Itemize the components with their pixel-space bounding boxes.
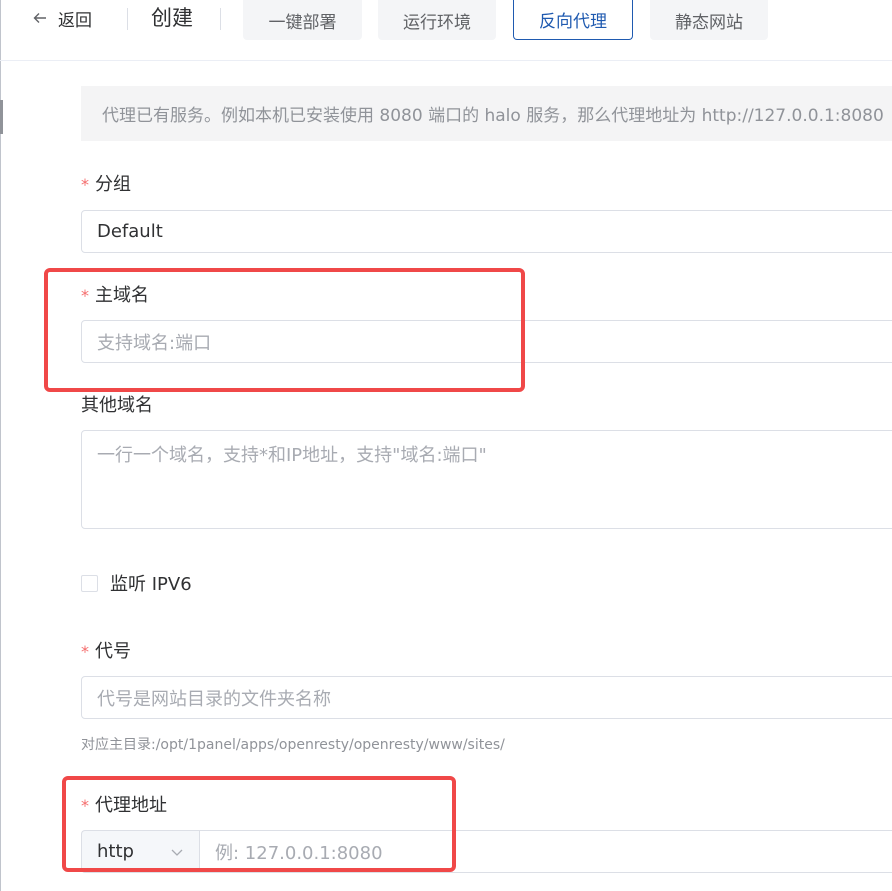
tab-one-click-deploy[interactable]: 一键部署: [243, 0, 362, 40]
alert-text: 代理已有服务。例如本机已安装使用 8080 端口的 halo 服务，那么代理地址…: [102, 106, 884, 126]
alias-hint: 对应主目录:/opt/1panel/apps/openresty/openres…: [81, 737, 505, 753]
primary-domain-label: * 主域名: [81, 281, 149, 307]
tab-label: 一键部署: [268, 12, 337, 33]
required-mark: *: [81, 175, 89, 194]
protocol-select[interactable]: http: [81, 830, 199, 873]
required-mark: *: [81, 286, 89, 305]
protocol-value: http: [97, 841, 134, 862]
primary-domain-input[interactable]: 支持域名:端口: [81, 320, 892, 363]
primary-domain-placeholder: 支持域名:端口: [97, 332, 212, 354]
page-header: 返回 创建 一键部署 运行环境 反向代理 静态网站: [0, 0, 892, 61]
tab-static-site[interactable]: 静态网站: [650, 0, 768, 40]
proxy-address-label: * 代理地址: [81, 791, 167, 817]
window-edge-marker: [0, 100, 3, 134]
group-label: * 分组: [81, 170, 131, 196]
group-select[interactable]: Default: [81, 210, 892, 253]
ipv6-checkbox-row[interactable]: 监听 IPV6: [81, 570, 192, 596]
primary-domain-label-text: 主域名: [95, 285, 149, 306]
arrow-left-icon: [33, 13, 46, 23]
other-domains-textarea[interactable]: 一行一个域名，支持*和IP地址，支持"域名:端口": [81, 430, 892, 529]
back-label: 返回: [58, 10, 92, 31]
other-domains-label: 其他域名: [81, 391, 153, 417]
chevron-down-icon: [171, 849, 183, 856]
required-mark: *: [81, 642, 89, 661]
tab-label: 运行环境: [403, 12, 471, 33]
tab-label: 反向代理: [539, 12, 607, 32]
group-value: Default: [97, 221, 163, 242]
info-alert: 代理已有服务。例如本机已安装使用 8080 端口的 halo 服务，那么代理地址…: [81, 86, 892, 141]
page-title: 创建: [151, 6, 193, 30]
alias-label-text: 代号: [95, 641, 131, 662]
ipv6-label: 监听 IPV6: [110, 574, 192, 595]
divider: [127, 8, 128, 30]
tab-runtime[interactable]: 运行环境: [378, 0, 496, 40]
proxy-address-group: http 例: 127.0.0.1:8080: [81, 830, 892, 873]
tab-label: 静态网站: [675, 12, 743, 33]
required-mark: *: [81, 796, 89, 815]
ipv6-checkbox[interactable]: [81, 574, 98, 592]
proxy-address-input[interactable]: 例: 127.0.0.1:8080: [199, 830, 892, 873]
back-button[interactable]: 返回: [32, 6, 92, 31]
other-domains-label-text: 其他域名: [81, 395, 153, 416]
alias-label: * 代号: [81, 637, 131, 663]
divider: [220, 8, 221, 30]
alias-input[interactable]: 代号是网站目录的文件夹名称: [81, 676, 892, 719]
group-label-text: 分组: [95, 174, 131, 195]
alias-placeholder: 代号是网站目录的文件夹名称: [97, 688, 331, 710]
other-domains-placeholder: 一行一个域名，支持*和IP地址，支持"域名:端口": [97, 445, 487, 466]
proxy-address-label-text: 代理地址: [95, 795, 167, 816]
tab-reverse-proxy[interactable]: 反向代理: [513, 0, 633, 40]
proxy-address-placeholder: 例: 127.0.0.1:8080: [215, 842, 383, 864]
